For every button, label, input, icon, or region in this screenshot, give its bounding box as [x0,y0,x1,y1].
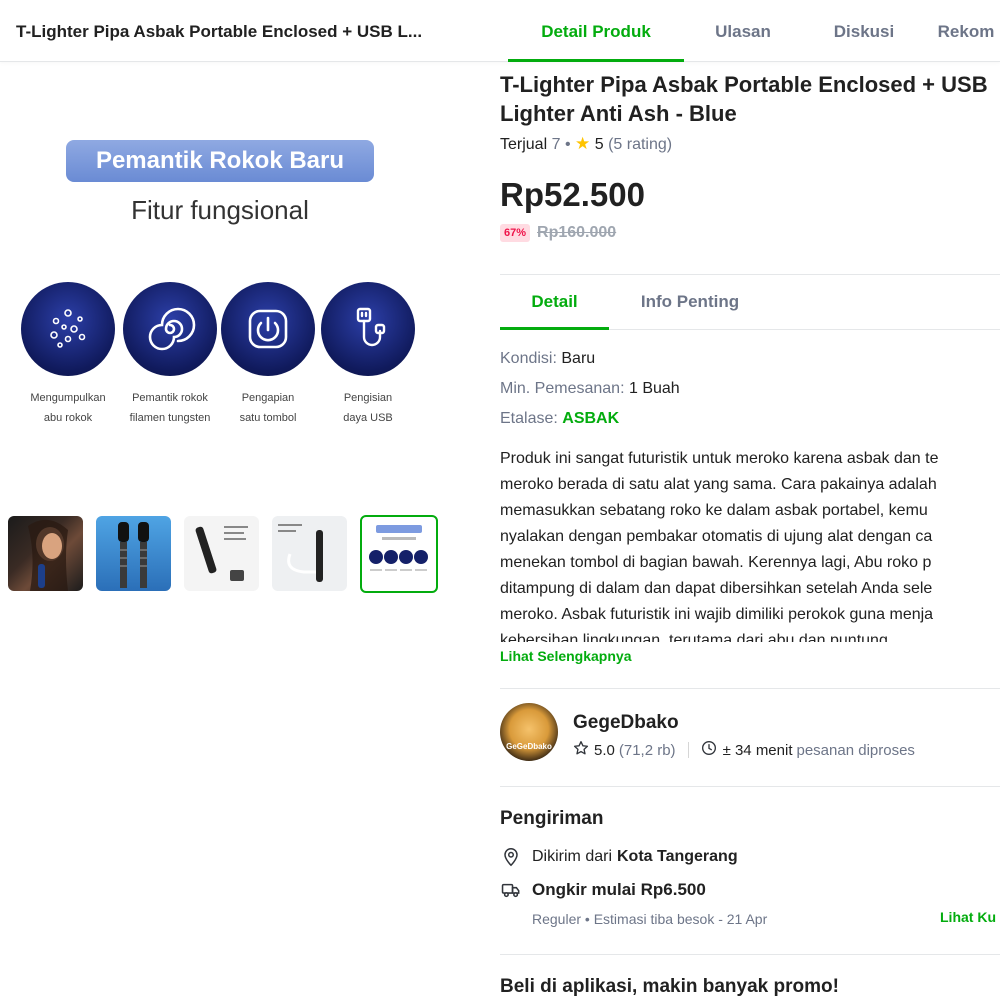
promo-title: Beli di aplikasi, makin banyak promo! [500,976,839,997]
star-outline-icon [573,740,589,760]
description-line: menekan tombol di bagian bawah. Kerennya… [500,554,932,571]
thumb-blue-lighters[interactable] [96,516,171,591]
subtab-detail[interactable]: Detail [500,276,609,330]
feature-ignition-label: Pengapian satu tombol [239,392,297,424]
detail-subtabs: Detail Info Penting [500,276,1000,330]
feature-usb-label: Pengisian daya USB [343,392,393,424]
condition-key: Kondisi: [500,350,557,367]
description-line: meroko. Asbak futuristik ini wajib dimil… [500,606,934,623]
min-order-key: Min. Pemesanan: [500,380,625,397]
description-line: kebersihan lingkungan, terutama dari abu… [500,632,906,642]
tungsten-spiral-icon [123,282,217,376]
shop-rating: 5.0 [594,741,615,759]
tab-rekomendasi[interactable]: Rekom [926,0,1000,62]
description-line: ditampung di dalam dan dapat dibersihkan… [500,580,933,597]
thumbnail-strip [8,515,438,593]
product-description: Produk ini sangat futuristik untuk merok… [500,446,1000,642]
thumb-woman-smoking[interactable] [8,516,83,591]
shop-avatar-text: GeGeDbako [506,742,552,751]
usb-cable-icon [321,282,415,376]
shipping-title: Pengiriman [500,808,604,829]
shop-meta: 5.0 (71,2 rb) ± 34 menit pesanan diprose… [573,740,915,760]
location-pin-icon [500,847,522,867]
ship-origin-row: Dikirim dari Kota Tangerang [500,847,738,867]
ship-courier-link[interactable]: Lihat Ku [940,909,996,925]
thumb-lighter-usb[interactable] [272,516,347,591]
process-time: ± 34 menit [722,741,793,759]
feature-ignition: Pengapian satu tombol [220,282,316,428]
rating-count[interactable]: (5 rating) [608,136,672,153]
read-more-link[interactable]: Lihat Selengkapnya [500,648,631,664]
discount-badge: 67% [500,224,531,242]
product-price: Rp52.500 [500,176,645,213]
original-price: Rp160.000 [537,224,617,241]
product-title: T-Lighter Pipa Asbak Portable Enclosed +… [500,72,988,126]
section-tabs: Detail Produk Ulasan Diskusi Rekom [508,0,1000,62]
main-product-image[interactable]: Pemantik Rokok Baru Fitur fungsional Men… [0,100,440,460]
sold-rating-row: Terjual 7 • ★ 5 (5 rating) [500,134,672,154]
ash-dots-icon [21,282,115,376]
meta-separator [687,742,689,758]
shop-name[interactable]: GegeDbako [573,712,679,734]
ship-from-city: Kota Tangerang [617,848,738,865]
clock-icon [701,740,717,760]
power-button-icon [221,282,315,376]
tab-detail-produk[interactable]: Detail Produk [508,0,684,62]
condition-value: Baru [561,350,596,367]
rating-value[interactable]: 5 [595,136,604,153]
banner-title: Pemantik Rokok Baru [66,140,374,182]
tab-diskusi[interactable]: Diskusi [802,0,926,62]
feature-ash: Mengumpulkan abu rokok [20,282,116,428]
truck-icon [500,881,522,899]
tab-ulasan[interactable]: Ulasan [684,0,802,62]
ship-cost: Ongkir mulai Rp6.500 [532,880,706,899]
feature-tungsten-label: Pemantik rokok filamen tungsten [129,392,211,424]
divider [500,274,1000,275]
shop-avatar[interactable]: GeGeDbako [500,703,558,761]
discount-row: 67% Rp160.000 [500,224,616,242]
thumb-lighter-white[interactable] [184,516,259,591]
sold-count: 7 [551,136,561,153]
feature-ash-label: Mengumpulkan abu rokok [30,392,106,424]
description-line: memasukkan sebatang roko ke dalam asbak … [500,502,928,519]
showcase-key: Etalase: [500,410,558,427]
min-order-value: 1 Buah [628,380,680,397]
ship-cost-row: Ongkir mulai Rp6.500 [500,880,706,900]
condition-row: Kondisi: Baru [500,350,595,368]
divider [500,786,1000,787]
divider [500,954,1000,955]
bullet-separator: • [564,136,571,153]
process-label: pesanan diproses [796,741,915,759]
divider [500,688,1000,689]
sticky-header: T-Lighter Pipa Asbak Portable Enclosed +… [0,0,1000,62]
subtab-info-penting[interactable]: Info Penting [609,276,771,330]
ship-estimate: Reguler • Estimasi tiba besok - 21 Apr [532,911,768,927]
sold-label: Terjual [500,136,548,153]
thumb-feature-banner[interactable] [360,515,438,593]
showcase-row: Etalase: ASBAK [500,410,619,428]
ship-from-label: Dikirim dari [532,848,612,865]
header-product-title: T-Lighter Pipa Asbak Portable Enclosed +… [16,22,423,41]
feature-tungsten: Pemantik rokok filamen tungsten [122,282,218,428]
min-order-row: Min. Pemesanan: 1 Buah [500,380,680,398]
description-line: meroko berada di satu alat yang sama. Ca… [500,476,937,493]
feature-usb: Pengisian daya USB [320,282,416,428]
star-icon: ★ [575,134,591,153]
description-line: nyalakan dengan pembakar otomatis di uju… [500,528,933,545]
description-line: Produk ini sangat futuristik untuk merok… [500,450,939,467]
banner-subtitle: Fitur fungsional [131,195,309,225]
shop-rating-count: (71,2 rb) [618,741,676,759]
showcase-link[interactable]: ASBAK [562,410,619,427]
